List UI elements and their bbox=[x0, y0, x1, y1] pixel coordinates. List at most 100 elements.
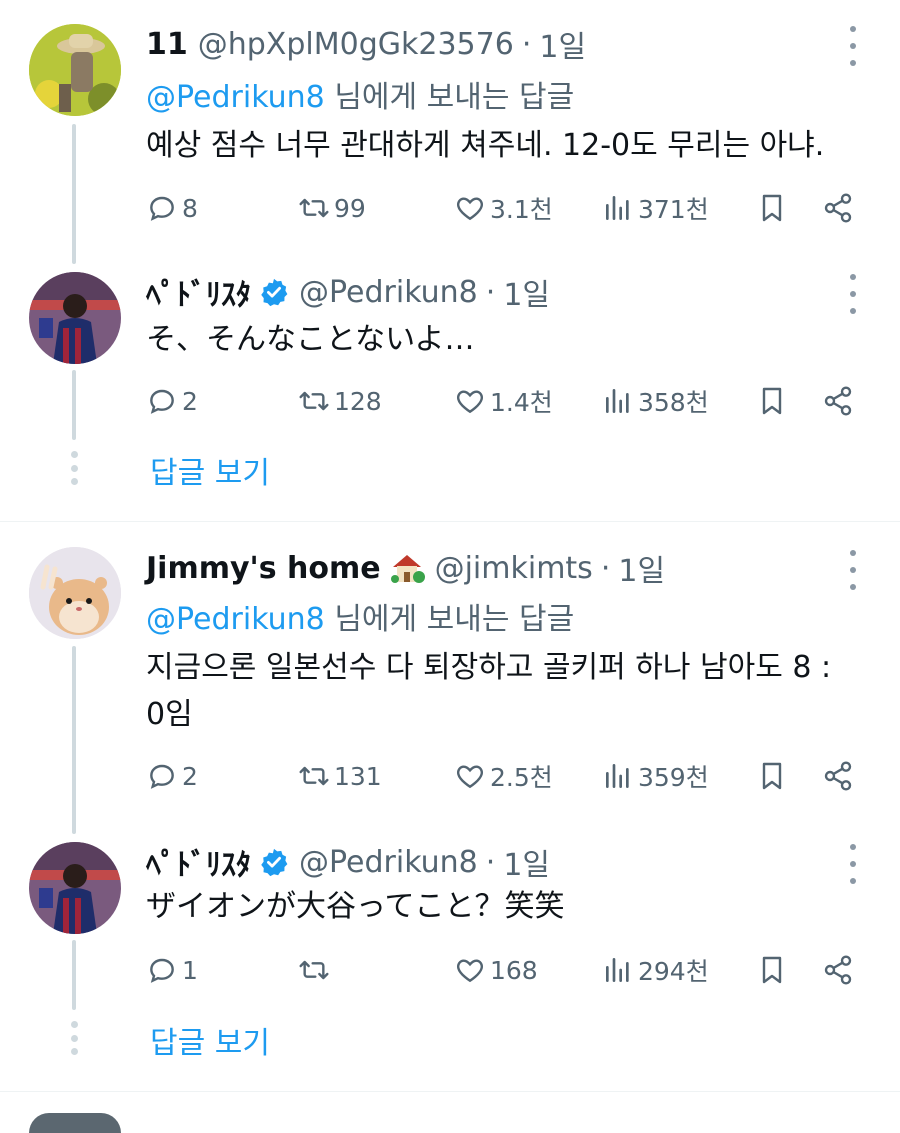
verified-badge-icon bbox=[261, 848, 288, 877]
tweet-text: ザイオンが大谷ってこと？笑笑 bbox=[146, 889, 565, 924]
thread-continuation-dots bbox=[70, 451, 78, 485]
stadium-fan-avatar-icon bbox=[29, 272, 121, 364]
tweet-header: Jimmy's home @jimkimts · 1일 bbox=[146, 546, 665, 590]
timestamp[interactable]: 1일 bbox=[539, 22, 586, 66]
retweet-icon bbox=[299, 766, 329, 786]
action-bar: 8 99 3.1천 371천 bbox=[146, 188, 866, 228]
thread-line bbox=[72, 940, 76, 1010]
bookmark-button[interactable] bbox=[756, 188, 788, 228]
views-button[interactable]: 359천 bbox=[602, 756, 709, 796]
more-options-icon[interactable] bbox=[840, 844, 866, 884]
like-count: 1.4천 bbox=[490, 388, 553, 417]
share-icon bbox=[824, 193, 852, 223]
divider bbox=[0, 1091, 900, 1092]
tweet-header: 11 @hpXplM0gGk23576 · 1일 bbox=[146, 22, 586, 66]
avatar[interactable] bbox=[29, 547, 121, 639]
separator-dot: · bbox=[600, 550, 611, 586]
retweet-icon bbox=[299, 960, 329, 980]
like-count: 168 bbox=[490, 955, 538, 985]
handle[interactable]: @Pedrikun8 bbox=[299, 845, 478, 880]
heart-icon bbox=[457, 390, 483, 414]
view-count: 358천 bbox=[638, 388, 709, 417]
retweet-button[interactable]: 131 bbox=[298, 756, 382, 796]
reply-count: 2 bbox=[182, 386, 198, 416]
handle[interactable]: @jimkimts bbox=[435, 551, 593, 586]
retweet-button[interactable]: 128 bbox=[298, 381, 382, 421]
share-button[interactable] bbox=[822, 756, 854, 796]
tweet-text: そ、そんなことないよ… bbox=[146, 322, 475, 357]
tweet-text: 지금으론 일본선수 다 퇴장하고 골키퍼 하나 남아도 8 : 0임 bbox=[146, 644, 876, 738]
retweet-button[interactable] bbox=[298, 950, 334, 990]
display-name[interactable]: Jimmy's home bbox=[146, 551, 381, 586]
share-icon bbox=[824, 761, 852, 791]
avatar[interactable] bbox=[29, 272, 121, 364]
avatar[interactable] bbox=[29, 842, 121, 934]
display-name[interactable]: ﾍﾟﾄﾞﾘｽﾀ bbox=[146, 840, 251, 884]
divider bbox=[0, 521, 900, 522]
more-options-icon[interactable] bbox=[840, 550, 866, 590]
reply-context: @Pedrikun8 님에게 보내는 답글 bbox=[146, 594, 574, 638]
show-replies-link[interactable]: 답글 보기 bbox=[150, 1018, 270, 1062]
reply-button[interactable]: 2 bbox=[146, 381, 198, 421]
show-replies-link[interactable]: 답글 보기 bbox=[150, 448, 270, 492]
retweet-count: 128 bbox=[334, 386, 382, 416]
retweet-button[interactable]: 99 bbox=[298, 188, 366, 228]
verified-badge-icon bbox=[261, 278, 288, 307]
bookmark-button[interactable] bbox=[756, 950, 788, 990]
share-button[interactable] bbox=[822, 188, 854, 228]
display-name[interactable]: 11 bbox=[146, 27, 188, 62]
separator-dot: · bbox=[521, 26, 532, 62]
action-bar: 1 168 294천 bbox=[146, 950, 866, 990]
reply-context: @Pedrikun8 님에게 보내는 답글 bbox=[146, 72, 574, 116]
handle[interactable]: @Pedrikun8 bbox=[299, 275, 478, 310]
reply-icon bbox=[150, 764, 174, 789]
tweet-text-line: 지금으론 일본선수 다 퇴장하고 골키퍼 하나 남아도 8 : bbox=[146, 650, 832, 685]
reply-button[interactable]: 1 bbox=[146, 950, 198, 990]
like-button[interactable]: 3.1천 bbox=[454, 188, 553, 228]
reply-button[interactable]: 2 bbox=[146, 756, 198, 796]
share-icon bbox=[824, 955, 852, 985]
reply-to-label: 님에게 보내는 답글 bbox=[334, 80, 575, 115]
share-button[interactable] bbox=[822, 381, 854, 421]
separator-dot: · bbox=[485, 274, 496, 310]
heart-icon bbox=[457, 197, 483, 221]
bookmark-icon bbox=[762, 387, 782, 415]
views-button[interactable]: 358천 bbox=[602, 381, 709, 421]
mention-link[interactable]: @Pedrikun8 bbox=[146, 80, 325, 115]
thread-continuation-dots bbox=[70, 1021, 78, 1055]
like-button[interactable]: 168 bbox=[454, 950, 538, 990]
bookmark-icon bbox=[762, 194, 782, 222]
like-button[interactable]: 1.4천 bbox=[454, 381, 553, 421]
more-options-icon[interactable] bbox=[840, 26, 866, 66]
heart-icon bbox=[457, 765, 483, 789]
next-tweet-avatar-partial bbox=[29, 1113, 121, 1133]
views-chart-icon bbox=[606, 764, 629, 788]
retweet-icon bbox=[299, 198, 329, 218]
reply-count: 8 bbox=[182, 193, 198, 223]
avatar[interactable] bbox=[29, 24, 121, 116]
tweet-text: 예상 점수 너무 관대하게 쳐주네. 12-0도 무리는 아냐. bbox=[146, 128, 825, 163]
timestamp[interactable]: 1일 bbox=[618, 546, 665, 590]
more-options-icon[interactable] bbox=[840, 274, 866, 314]
like-count: 2.5천 bbox=[490, 763, 553, 792]
mention-link[interactable]: @Pedrikun8 bbox=[146, 602, 325, 637]
bookmark-icon bbox=[762, 956, 782, 984]
like-button[interactable]: 2.5천 bbox=[454, 756, 553, 796]
display-name[interactable]: ﾍﾟﾄﾞﾘｽﾀ bbox=[146, 270, 251, 314]
timestamp[interactable]: 1일 bbox=[503, 270, 550, 314]
bookmark-button[interactable] bbox=[756, 756, 788, 796]
stadium-fan-avatar-icon bbox=[29, 842, 121, 934]
timestamp[interactable]: 1일 bbox=[503, 840, 550, 884]
handle[interactable]: @hpXplM0gGk23576 bbox=[198, 27, 514, 62]
views-button[interactable]: 371천 bbox=[602, 188, 709, 228]
heart-icon bbox=[457, 959, 483, 983]
reply-button[interactable]: 8 bbox=[146, 188, 198, 228]
separator-dot: · bbox=[485, 844, 496, 880]
share-button[interactable] bbox=[822, 950, 854, 990]
action-bar: 2 131 2.5천 359천 bbox=[146, 756, 866, 796]
bookmark-button[interactable] bbox=[756, 381, 788, 421]
views-button[interactable]: 294천 bbox=[602, 950, 709, 990]
retweet-icon bbox=[299, 391, 329, 411]
action-bar: 2 128 1.4천 358천 bbox=[146, 381, 866, 421]
reply-count: 2 bbox=[182, 761, 198, 791]
